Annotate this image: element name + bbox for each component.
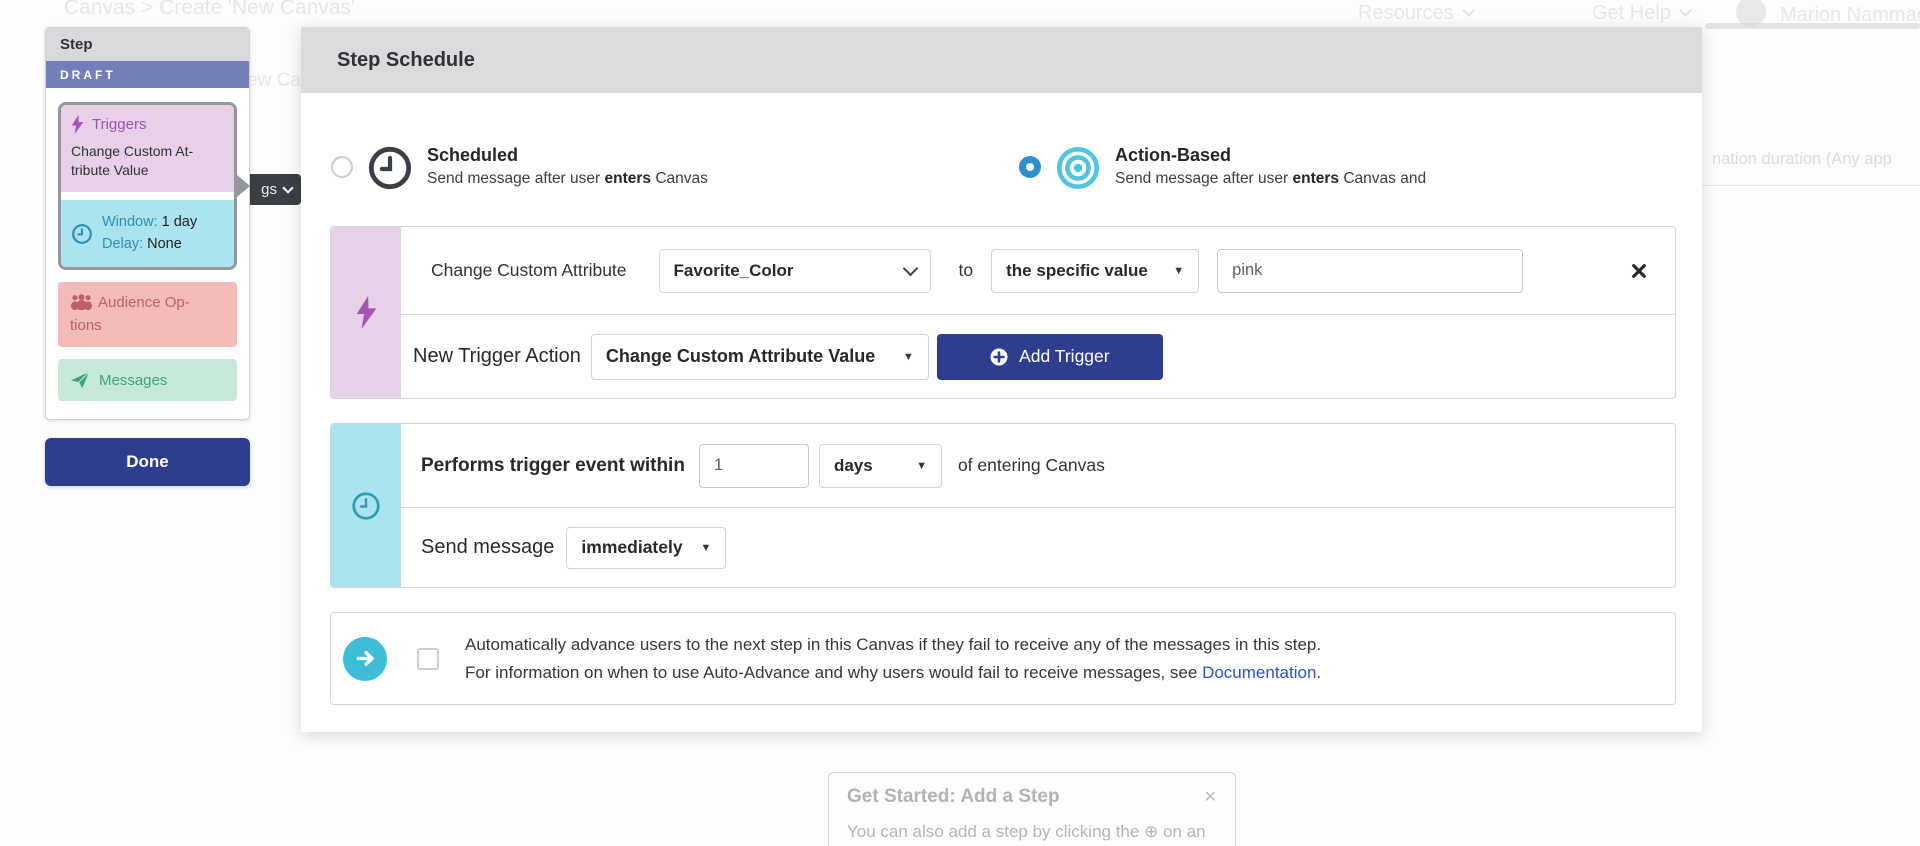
window-label: Window: [102,214,158,230]
card-pointer-arrow [237,175,250,197]
scheduled-option: Scheduled Send message after user enters… [331,145,708,191]
step-schedule-modal: Step Schedule Scheduled Send message aft… [301,27,1702,732]
triangle-down-icon: ▼ [903,351,914,363]
messages-label: Messages [99,372,167,389]
lightning-icon [71,115,84,134]
divider [61,192,234,200]
delay-value: None [147,236,182,252]
scheduled-title: Scheduled [427,145,708,166]
timing-config-box: Performs trigger event within days ▼ of … [330,423,1676,588]
selected-step-card[interactable]: Triggers Change Custom At- tribute Value… [58,102,237,270]
remove-trigger-button[interactable] [1631,263,1647,279]
duration-unit-select[interactable]: days ▼ [819,444,942,488]
sidebar-title: Step [46,28,249,61]
sidebar-item-messages[interactable]: Messages [58,359,237,401]
action-based-radio[interactable] [1019,156,1041,178]
sidebar-item-audience-options[interactable]: Audience Op- tions [58,282,237,347]
timing-box-accent-bar [331,424,401,587]
attribute-select[interactable]: Favorite_Color [659,249,931,293]
chevron-down-icon [1679,4,1692,17]
new-trigger-row: New Trigger Action Change Custom Attribu… [401,315,1675,398]
auto-advance-box: Automatically advance users to the next … [330,612,1676,705]
get-started-body: You can also add a step by clicking the … [847,822,1217,842]
action-based-option: Action-Based Send message after user ent… [1019,145,1426,191]
new-trigger-action-label: New Trigger Action [413,345,581,368]
lightning-icon [356,296,377,329]
send-icon [70,370,90,390]
close-icon [1631,263,1647,279]
step-sidebar: Step DRAFT Triggers Change Custom At- tr… [45,27,250,420]
triangle-down-icon: ▼ [701,542,712,554]
divider [1702,185,1920,186]
trigger-config-box: Change Custom Attribute Favorite_Color t… [330,226,1676,399]
performs-within-label: Performs trigger event within [421,455,685,477]
get-started-popup: Get Started: Add a Step ✕ You can also a… [828,772,1236,846]
arrow-right-icon [343,637,387,681]
breadcrumb: Canvas > Create 'New Canvas' [64,0,355,20]
target-icon [1055,145,1101,191]
done-button[interactable]: Done [45,438,250,486]
triggers-label: Triggers [92,116,146,133]
auto-advance-checkbox[interactable] [417,648,439,670]
comparator-select[interactable]: the specific value ▼ [991,249,1199,293]
scheduled-description: Send message after user enters Canvas [427,170,708,188]
chevron-down-icon [1462,4,1475,17]
canvas-step-schedule-screen: Canvas > Create 'New Canvas' Resources G… [0,0,1920,846]
send-message-label: Send message [421,536,554,559]
documentation-link[interactable]: Documentation [1202,663,1316,682]
trigger-description: Change Custom At- tribute Value [71,142,224,180]
chevron-down-icon [282,182,293,193]
window-section[interactable]: Window: 1 day Delay: None [61,200,234,268]
to-label: to [959,260,974,281]
auto-advance-text: Automatically advance users to the next … [465,631,1321,687]
chevron-down-icon [902,261,918,277]
clock-icon [71,223,93,245]
triangle-down-icon: ▼ [916,460,927,472]
nav-get-help[interactable]: Get Help [1592,2,1690,25]
modal-title: Step Schedule [301,27,1702,93]
close-icon[interactable]: ✕ [1204,787,1217,807]
background-text-fragment: nation duration (Any app [1712,150,1892,169]
window-duration-input[interactable] [699,444,809,488]
trigger-window-row: Performs trigger event within days ▼ of … [401,424,1675,508]
plus-circle-icon [990,348,1008,366]
specific-value-input[interactable] [1217,249,1523,293]
users-icon [70,294,93,310]
action-based-description: Send message after user enters Canvas an… [1115,170,1426,188]
nav-resources[interactable]: Resources [1358,2,1473,25]
add-trigger-button[interactable]: Add Trigger [937,334,1163,380]
trigger-row-label: Change Custom Attribute [431,260,627,281]
delay-label: Delay: [102,236,143,252]
clock-icon [367,145,413,191]
background-toolbar-edge [1705,23,1920,29]
get-started-title: Get Started: Add a Step [847,786,1060,808]
status-badge: DRAFT [46,61,249,88]
of-entering-canvas-label: of entering Canvas [958,455,1105,476]
send-delay-select[interactable]: immediately ▼ [566,527,726,569]
triggers-section[interactable]: Triggers Change Custom At- tribute Value [61,105,234,192]
trigger-box-accent-bar [331,227,401,398]
send-message-row: Send message immediately ▼ [401,508,1675,587]
window-value: 1 day [162,214,197,230]
triangle-down-icon: ▼ [1173,265,1184,277]
scheduled-radio[interactable] [331,156,353,178]
page-title-fragment: ew Ca [247,70,301,92]
trigger-action-select[interactable]: Change Custom Attribute Value ▼ [591,334,929,380]
trigger-row: Change Custom Attribute Favorite_Color t… [401,227,1675,315]
action-based-title: Action-Based [1115,145,1426,166]
clock-icon [351,491,381,521]
